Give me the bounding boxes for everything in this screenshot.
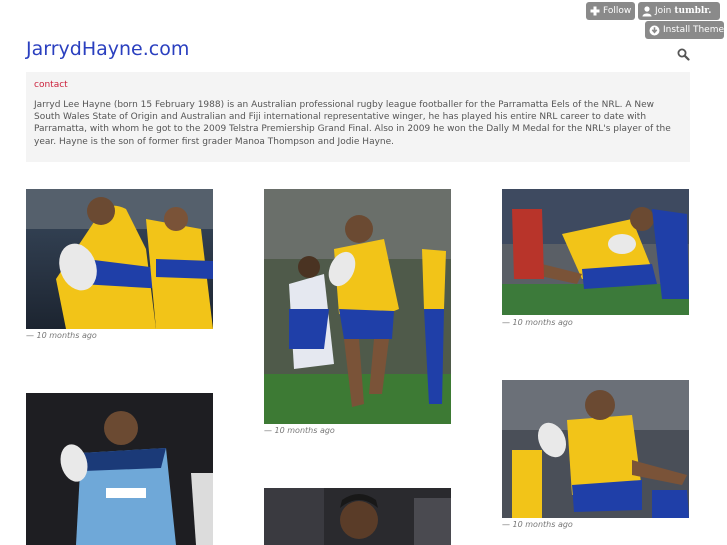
user-icon: [642, 5, 652, 17]
install-label: Install Theme: [663, 25, 724, 35]
follow-button[interactable]: Follow: [586, 2, 635, 20]
contact-link[interactable]: contact: [34, 80, 682, 90]
blog-description: contact Jarryd Lee Hayne (born 15 Februa…: [26, 72, 690, 162]
search-icon[interactable]: [677, 46, 690, 65]
page: Follow Join tumblr. Install Theme Jarryd…: [0, 0, 727, 545]
post-photo[interactable]: [264, 488, 451, 545]
post-timestamp[interactable]: — 10 months ago: [264, 426, 335, 435]
post-timestamp[interactable]: — 10 months ago: [502, 520, 573, 529]
post-photo[interactable]: [502, 189, 689, 315]
join-label: Join: [655, 6, 672, 16]
post-photo[interactable]: [502, 380, 689, 518]
post-timestamp[interactable]: — 10 months ago: [502, 318, 573, 327]
tumblr-brand: tumblr.: [674, 6, 712, 16]
plus-icon: [590, 6, 600, 16]
blog-title[interactable]: JarrydHayne.com: [26, 38, 189, 60]
description-text: Jarryd Lee Hayne (born 15 February 1988)…: [34, 100, 671, 147]
post-photo[interactable]: [26, 189, 213, 329]
join-tumblr-button[interactable]: Join tumblr.: [638, 2, 720, 20]
install-theme-button[interactable]: Install Theme: [645, 21, 724, 39]
download-icon: [649, 25, 660, 36]
follow-label: Follow: [603, 6, 632, 16]
post-photo[interactable]: [26, 393, 213, 545]
post-photo[interactable]: [264, 189, 451, 424]
post-timestamp[interactable]: — 10 months ago: [26, 331, 97, 340]
